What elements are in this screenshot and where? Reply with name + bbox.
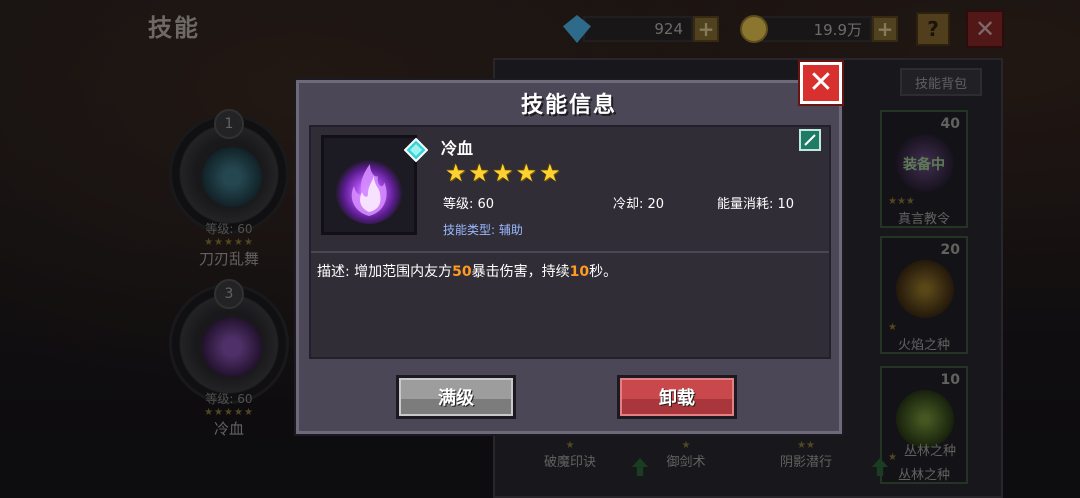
diamond-badge-icon [404, 138, 428, 162]
edit-icon[interactable] [799, 129, 821, 151]
skill-cooldown: 冷却: 20 [613, 197, 665, 212]
skill-description: 描述: 增加范围内友方50暴击伤害，持续10秒。 [317, 261, 617, 281]
star-icon: ★ [515, 159, 538, 187]
skill-info-dialog: 技能信息 冷血 ★ ★ ★ ★ ★ 等级: 60 冷却: 20 能量消耗: 10… [296, 80, 842, 434]
description-value-crit: 50 [452, 264, 472, 280]
dialog-title: 技能信息 [520, 93, 617, 118]
skill-type-value: 辅助 [498, 223, 523, 237]
gold-coin-icon [740, 15, 768, 43]
skill-type: 技能类型: 辅助 [443, 221, 523, 238]
description-suffix: 秒。 [589, 264, 618, 280]
star-icon: ★ [445, 159, 467, 187]
pencil-icon [804, 134, 816, 146]
dialog-close-button[interactable]: ✕ [798, 60, 844, 106]
description-middle: 暴击伤害，持续 [471, 264, 570, 280]
star-icon: ★ [492, 159, 514, 187]
skill-type-prefix: 技能类型: [443, 223, 499, 237]
star-icon: ★ [539, 159, 561, 187]
skill-info-panel: 冷血 ★ ★ ★ ★ ★ 等级: 60 冷却: 20 能量消耗: 10 技能类型: 辅助… [309, 125, 831, 359]
max-level-button[interactable]: 满级 [396, 375, 516, 419]
star-icon: ★ [468, 159, 491, 187]
description-prefix: 描述: 增加范围内友方 [317, 264, 453, 280]
skill-level: 等级: 60 [443, 197, 495, 212]
skill-stars: ★ ★ ★ ★ ★ [445, 161, 561, 185]
skill-energy-cost: 能量消耗: 10 [717, 197, 795, 212]
skill-name: 冷血 [441, 139, 474, 158]
cold-blood-flame-icon [335, 156, 403, 224]
unload-button[interactable]: 卸载 [617, 375, 737, 419]
description-value-duration: 10 [569, 264, 590, 280]
skill-icon-frame [321, 135, 428, 235]
divider [311, 251, 829, 253]
